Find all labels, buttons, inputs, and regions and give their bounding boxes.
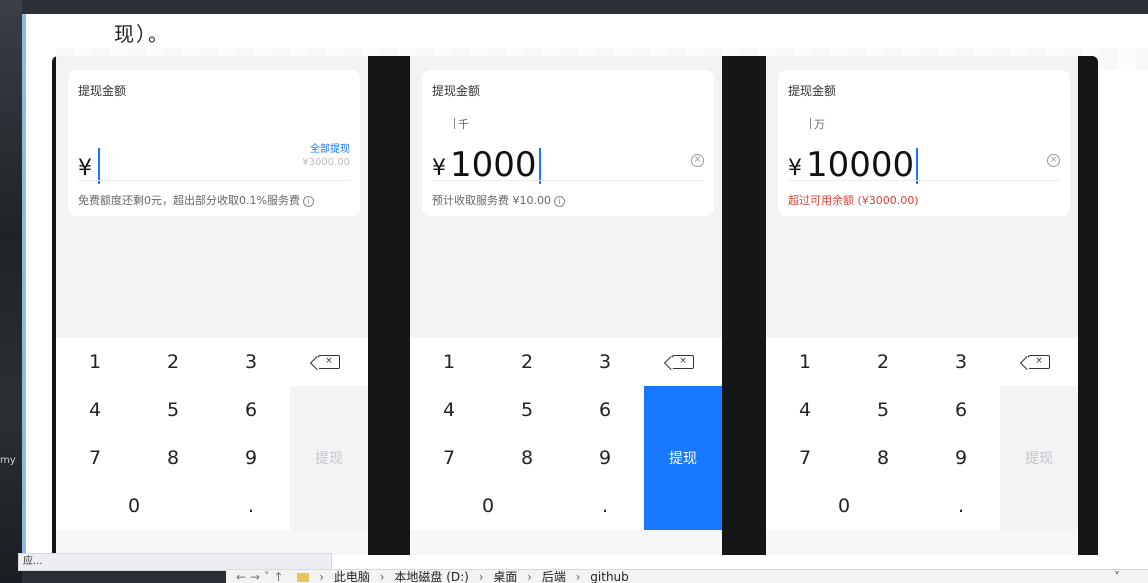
breadcrumb-separator: › (527, 570, 532, 583)
lead-text: 现）。 (114, 22, 170, 46)
backspace-icon: × (672, 355, 694, 369)
breadcrumb-separator: › (575, 570, 581, 583)
withdraw-all-link[interactable]: 全部提现 (310, 140, 350, 155)
clear-circle-icon[interactable]: × (1047, 154, 1060, 167)
file-explorer-address-bar: ← → ˅ ↑ › 此电脑 › 本地磁盘 (D:) › 桌面 › 后端 › gi… (226, 569, 1148, 583)
key-8[interactable]: 8 (134, 434, 212, 482)
card-title: 提现金额 (78, 84, 127, 98)
key-9[interactable]: 9 (212, 434, 290, 482)
key-0[interactable]: 0 (410, 482, 566, 530)
card-title: 提现金额 (432, 84, 481, 98)
desktop-background-left: my (0, 0, 22, 583)
desktop-background-top (22, 0, 1148, 14)
fee-note: 预计收取服务费 ¥10.00 i (432, 192, 565, 208)
breadcrumb-drive-d[interactable]: 本地磁盘 (D:) (394, 570, 468, 583)
unit-hint-text: 千 (458, 118, 469, 131)
key-4[interactable]: 4 (410, 386, 488, 434)
key-1[interactable]: 1 (410, 338, 488, 386)
key-6[interactable]: 6 (922, 386, 1000, 434)
breadcrumb-separator: › (379, 570, 385, 583)
screenshot-figure: 提现金额 ¥ 全部提现 ¥3000.00 免费额度还剩0元，超出部分收取0.1%… (52, 56, 1098, 555)
edge-label: my (0, 455, 16, 466)
divider (78, 180, 350, 181)
breadcrumb-desktop[interactable]: 桌面 (493, 570, 517, 583)
backspace-icon: × (1028, 355, 1050, 369)
text-caret (98, 148, 100, 184)
key-6[interactable]: 6 (566, 386, 644, 434)
breadcrumb-separator: › (319, 570, 325, 583)
numeric-keypad: 1 2 3 × 4 5 6 7 8 9 0 . 提现 (56, 338, 368, 555)
amount-value: 1000 (450, 145, 537, 185)
fee-note: 免费额度还剩0元，超出部分收取0.1%服务费 i (78, 192, 314, 208)
unit-hint-text: 万 (814, 118, 825, 131)
key-1[interactable]: 1 (766, 338, 844, 386)
chevron-down-icon[interactable]: ˅ (1114, 570, 1120, 583)
phone-panel-10000: 提现金额 万 ¥ 10000 × 超过可用余额 (¥3000.00) 1 2 3… (766, 56, 1078, 555)
key-5[interactable]: 5 (488, 386, 566, 434)
divider (432, 180, 704, 181)
breadcrumb-github[interactable]: github (590, 570, 628, 583)
fee-note-text: 免费额度还剩0元，超出部分收取0.1%服务费 (78, 194, 300, 207)
key-5[interactable]: 5 (134, 386, 212, 434)
key-7[interactable]: 7 (56, 434, 134, 482)
divider (788, 180, 1060, 181)
amount-input[interactable]: ¥ 1000 (432, 140, 541, 184)
key-5[interactable]: 5 (844, 386, 922, 434)
withdraw-submit-button[interactable]: 提现 (1000, 386, 1078, 530)
delete-key[interactable]: × (1000, 338, 1078, 386)
card-title: 提现金额 (788, 84, 837, 98)
fee-note-text: 预计收取服务费 ¥10.00 (432, 194, 551, 207)
text-caret (916, 148, 919, 184)
key-dot[interactable]: . (566, 482, 644, 530)
key-3[interactable]: 3 (922, 338, 1000, 386)
key-2[interactable]: 2 (134, 338, 212, 386)
withdraw-submit-button[interactable]: 提现 (290, 386, 368, 530)
key-4[interactable]: 4 (766, 386, 844, 434)
key-8[interactable]: 8 (488, 434, 566, 482)
key-dot[interactable]: . (922, 482, 1000, 530)
unit-hint: 千 (454, 116, 469, 132)
key-1[interactable]: 1 (56, 338, 134, 386)
amount-card: 提现金额 ¥ 全部提现 ¥3000.00 免费额度还剩0元，超出部分收取0.1%… (68, 70, 360, 216)
key-7[interactable]: 7 (766, 434, 844, 482)
key-7[interactable]: 7 (410, 434, 488, 482)
phone-panel-1000: 提现金额 千 ¥ 1000 × 预计收取服务费 ¥10.00 i 1 2 3 × … (410, 56, 722, 555)
folder-icon (297, 573, 310, 582)
key-2[interactable]: 2 (488, 338, 566, 386)
breadcrumb-separator: › (478, 570, 484, 583)
key-6[interactable]: 6 (212, 386, 290, 434)
unit-hint: 万 (810, 116, 825, 132)
breadcrumb-backend[interactable]: 后端 (542, 570, 566, 583)
key-0[interactable]: 0 (56, 482, 212, 530)
balance-warning: 超过可用余额 (¥3000.00) (788, 194, 919, 207)
key-3[interactable]: 3 (212, 338, 290, 386)
key-dot[interactable]: . (212, 482, 290, 530)
key-3[interactable]: 3 (566, 338, 644, 386)
breadcrumb-this-pc[interactable]: 此电脑 (334, 570, 370, 583)
delete-key[interactable]: × (290, 338, 368, 386)
text-caret (538, 148, 541, 184)
amount-input[interactable]: ¥ (78, 140, 100, 184)
amount-card: 提现金额 万 ¥ 10000 × 超过可用余额 (¥3000.00) (778, 70, 1070, 216)
amount-input[interactable]: ¥ 10000 (788, 140, 919, 185)
key-2[interactable]: 2 (844, 338, 922, 386)
info-icon[interactable]: i (302, 196, 314, 207)
withdraw-submit-button[interactable]: 提现 (644, 386, 722, 530)
numeric-keypad: 1 2 3 × 4 5 6 7 8 9 0 . 提现 (766, 338, 1078, 555)
numeric-keypad: 1 2 3 × 4 5 6 7 8 9 0 . 提现 (410, 338, 722, 555)
clear-circle-icon[interactable]: × (691, 154, 704, 167)
nav-buttons[interactable]: ← → ˅ ↑ (236, 570, 284, 583)
backspace-icon: × (318, 355, 340, 369)
phone-panel-empty: 提现金额 ¥ 全部提现 ¥3000.00 免费额度还剩0元，超出部分收取0.1%… (56, 56, 368, 555)
key-8[interactable]: 8 (844, 434, 922, 482)
key-9[interactable]: 9 (566, 434, 644, 482)
key-4[interactable]: 4 (56, 386, 134, 434)
info-icon[interactable]: i (554, 196, 565, 207)
key-9[interactable]: 9 (922, 434, 1000, 482)
delete-key[interactable]: × (644, 338, 722, 386)
amount-card: 提现金额 千 ¥ 1000 × 预计收取服务费 ¥10.00 i (422, 70, 714, 216)
amount-value: 10000 (806, 145, 915, 185)
key-0[interactable]: 0 (766, 482, 922, 530)
balance-hint: ¥3000.00 (302, 157, 350, 168)
